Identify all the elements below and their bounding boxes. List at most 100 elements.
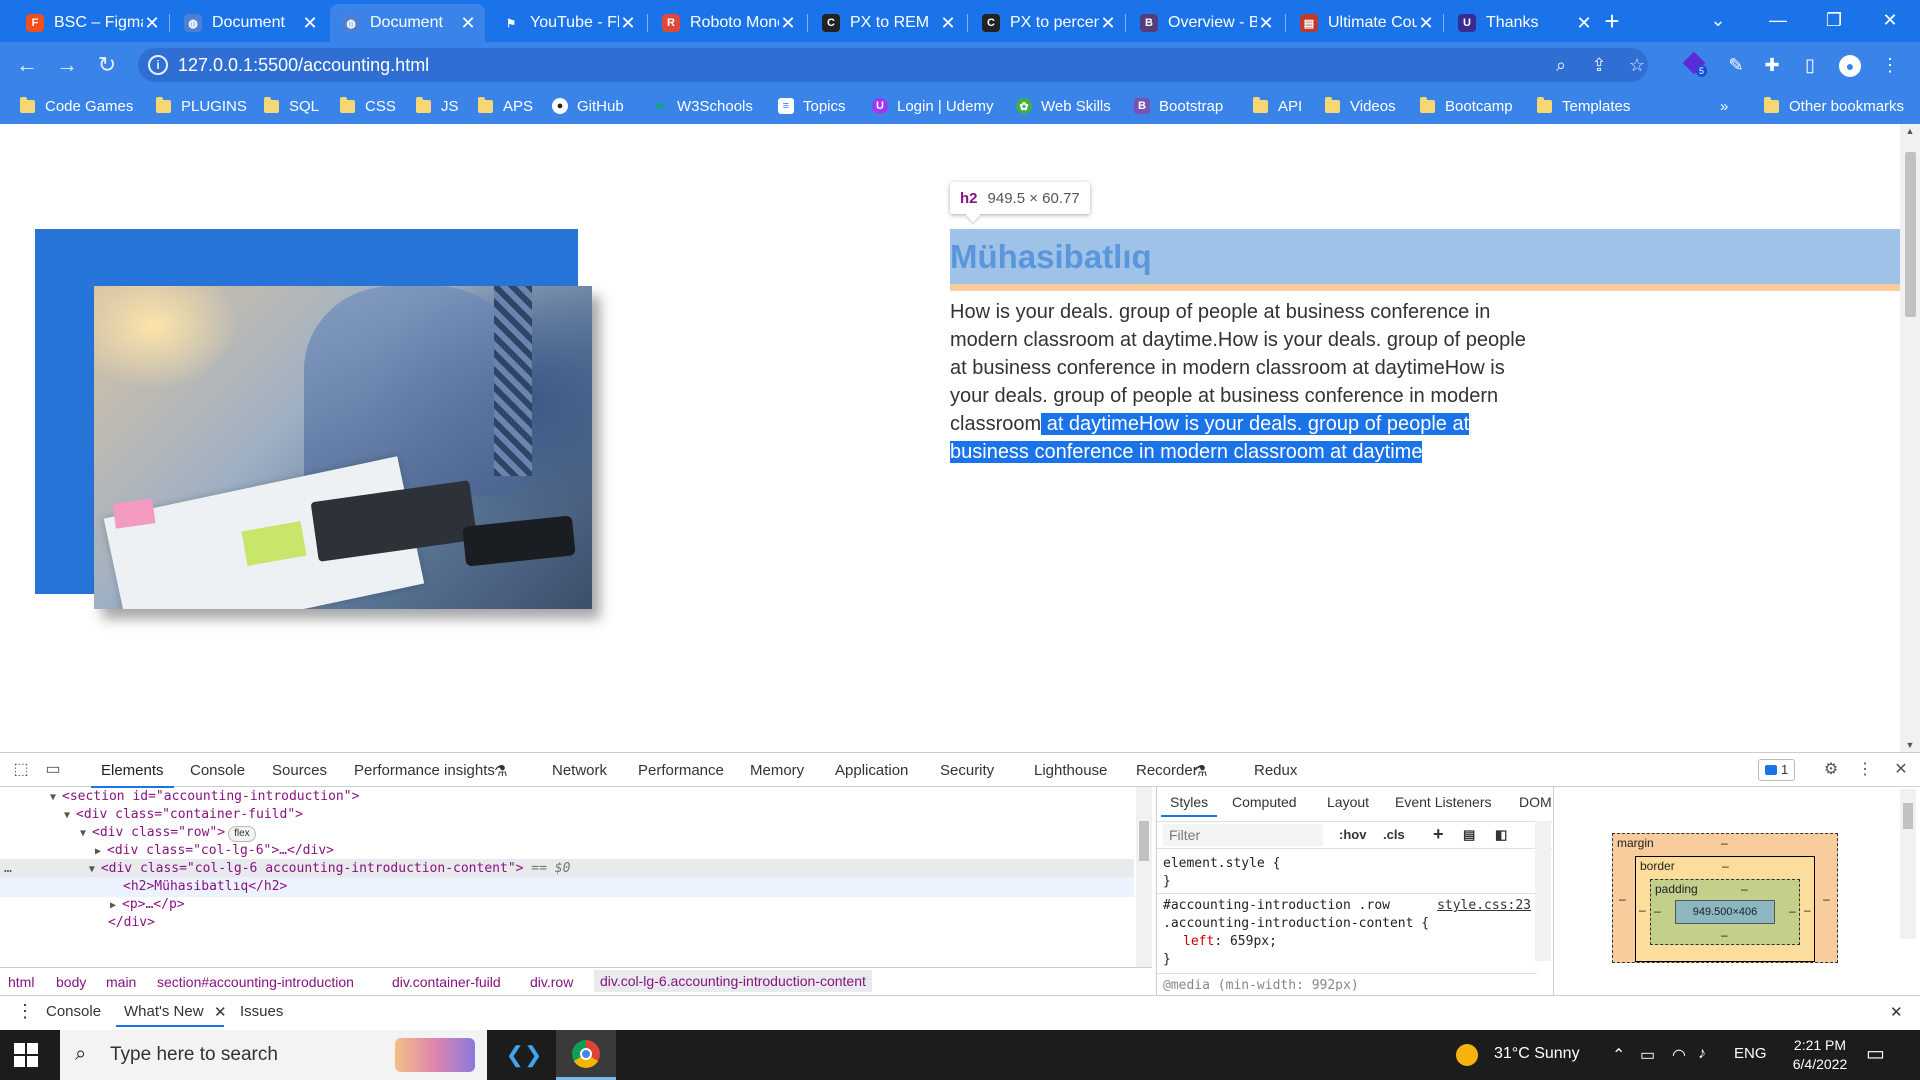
clock[interactable]: 2:21 PM 6/4/2022 bbox=[1775, 1036, 1865, 1074]
browser-tab-6[interactable]: C PX to REM ✕ bbox=[810, 4, 965, 42]
devtools-tab-sources[interactable]: Sources bbox=[272, 762, 327, 779]
close-tab-icon[interactable]: ✕ bbox=[1575, 13, 1593, 34]
dom-node-section[interactable]: ▼ <section id="accounting-introduction"> bbox=[0, 787, 1134, 807]
breadcrumb-item[interactable]: div.col-lg-6.accounting-introduction-con… bbox=[594, 970, 872, 992]
bookmark-web-skills[interactable]: ✿ Web Skills bbox=[1016, 94, 1111, 118]
dom-node-row[interactable]: ▼ <div class="row"> flex bbox=[0, 823, 1134, 843]
breadcrumb-item[interactable]: html bbox=[8, 974, 34, 990]
bookmark-api[interactable]: API bbox=[1253, 94, 1302, 118]
dom-node-col2-selected[interactable]: … ▼ <div class="col-lg-6 accounting-introd… bbox=[0, 859, 1134, 879]
box-model-margin[interactable]: margin – – – border – – – padding – – – … bbox=[1612, 833, 1838, 963]
close-tab-icon[interactable]: ✕ bbox=[143, 13, 161, 34]
devtools-tab-lighthouse[interactable]: Lighthouse bbox=[1034, 762, 1107, 779]
styles-tab-event-listeners[interactable]: Event Listeners bbox=[1395, 794, 1492, 810]
dom-tree-scrollbar[interactable] bbox=[1136, 787, 1152, 967]
styles-tab-computed[interactable]: Computed bbox=[1232, 794, 1297, 810]
extension-icon[interactable]: 5 bbox=[1680, 51, 1708, 79]
bookmark-bootcamp[interactable]: Bootcamp bbox=[1420, 94, 1513, 118]
bookmark-star-icon[interactable]: ☆ bbox=[1624, 53, 1650, 77]
bookmark-bootstrap[interactable]: B Bootstrap bbox=[1134, 94, 1223, 118]
breadcrumb-item[interactable]: div.row bbox=[530, 974, 573, 990]
bookmarks-overflow-button[interactable]: » bbox=[1720, 94, 1728, 118]
bookmark-login-udemy[interactable]: U Login | Udemy bbox=[872, 94, 993, 118]
rule-source-link[interactable]: style.css:23 bbox=[1437, 897, 1531, 915]
browser-tab-2[interactable]: ◍ Document ✕ bbox=[172, 4, 327, 42]
bookmark-videos[interactable]: Videos bbox=[1325, 94, 1396, 118]
box-model-border[interactable]: border – – – padding – – – 949.500×406 – bbox=[1635, 856, 1815, 962]
bookmark-w3schools[interactable]: w W3Schools bbox=[652, 94, 753, 118]
browser-tab-1[interactable]: F BSC – Figma ✕ bbox=[14, 4, 169, 42]
close-tab-icon[interactable]: ✕ bbox=[779, 13, 797, 34]
breadcrumb-item[interactable]: main bbox=[106, 974, 136, 990]
browser-tab-3[interactable]: ◍ Document ✕ bbox=[330, 4, 485, 42]
pen-extension-icon[interactable]: ✎ bbox=[1722, 51, 1750, 79]
vscode-app-icon[interactable]: ❮❯ bbox=[494, 1030, 554, 1080]
devtools-tab-network[interactable]: Network bbox=[552, 762, 607, 779]
close-tab-icon[interactable]: ✕ bbox=[1257, 13, 1275, 34]
devtools-tab-elements[interactable]: Elements bbox=[91, 762, 173, 788]
show-hidden-icons-chevron-icon[interactable]: ⌃ bbox=[1612, 1045, 1625, 1065]
close-tab-icon[interactable]: ✕ bbox=[1417, 13, 1435, 34]
browser-tab-8[interactable]: B Overview - Bootstrap✕ bbox=[1128, 4, 1283, 42]
browser-tab-7[interactable]: C PX to percent ✕ bbox=[970, 4, 1125, 42]
close-tab-icon[interactable]: ✕ bbox=[301, 13, 319, 34]
scroll-down-arrow-icon[interactable]: ▼ bbox=[1900, 740, 1920, 750]
settings-gear-icon[interactable]: ⚙ bbox=[1820, 759, 1842, 781]
bookmark-css[interactable]: CSS bbox=[340, 94, 396, 118]
inspect-element-icon[interactable]: ⬚ bbox=[10, 759, 32, 781]
close-window-button[interactable]: ✕ bbox=[1862, 0, 1918, 40]
bookmark-aps[interactable]: APS bbox=[478, 94, 533, 118]
issues-badge[interactable]: 1 bbox=[1758, 759, 1796, 781]
language-indicator[interactable]: ENG bbox=[1734, 1045, 1767, 1062]
dom-node-container[interactable]: ▼ <div class="container-fuild"> bbox=[0, 805, 1134, 825]
breadcrumb-item[interactable]: div.container-fuild bbox=[392, 974, 501, 990]
browser-tab-5[interactable]: R Roboto Mono ✕ bbox=[650, 4, 805, 42]
other-bookmarks[interactable]: Other bookmarks bbox=[1764, 94, 1904, 118]
styles-filter-input[interactable]: Filter bbox=[1163, 824, 1323, 846]
devtools-tab-console[interactable]: Console bbox=[190, 762, 245, 779]
breadcrumb-item[interactable]: section#accounting-introduction bbox=[157, 974, 354, 990]
reload-button[interactable]: ↻ bbox=[92, 50, 122, 80]
page-scrollbar[interactable]: ▲ ▼ bbox=[1900, 124, 1920, 752]
drawer-tab-what-s-new[interactable]: What's New bbox=[116, 1003, 224, 1027]
styles-tab-layout[interactable]: Layout bbox=[1327, 794, 1369, 810]
minimize-button[interactable]: — bbox=[1750, 0, 1806, 40]
bookmark-js[interactable]: JS bbox=[416, 94, 459, 118]
profile-avatar-icon[interactable]: ● bbox=[1836, 51, 1864, 79]
scrollbar-thumb[interactable] bbox=[1905, 152, 1916, 317]
paint-icon[interactable]: ▤ bbox=[1463, 827, 1475, 843]
devtools-tab-memory[interactable]: Memory bbox=[750, 762, 804, 779]
volume-icon[interactable]: ♪ bbox=[1698, 1045, 1706, 1063]
close-drawer-icon[interactable]: ✕ bbox=[1890, 1003, 1903, 1021]
close-drawer-tab-icon[interactable]: ✕ bbox=[214, 1003, 227, 1021]
element-style-rule[interactable]: element.style { } bbox=[1163, 855, 1543, 891]
restore-button[interactable]: ❐ bbox=[1806, 0, 1862, 40]
browser-tab-10[interactable]: U Thanks ✕ bbox=[1446, 4, 1601, 42]
weather-text[interactable]: 31°C Sunny bbox=[1494, 1045, 1580, 1063]
cls-toggle[interactable]: .cls bbox=[1383, 827, 1405, 842]
windows-start-icon[interactable] bbox=[14, 1043, 38, 1067]
close-tab-icon[interactable]: ✕ bbox=[459, 13, 477, 34]
wifi-icon[interactable]: ◠ bbox=[1672, 1045, 1686, 1065]
side-panel-icon[interactable]: ▯ bbox=[1796, 51, 1824, 79]
close-tab-icon[interactable]: ✕ bbox=[939, 13, 957, 34]
dom-node-p[interactable]: ▶ <p>…</p> bbox=[0, 895, 1134, 915]
share-icon[interactable]: ⇪ bbox=[1586, 53, 1612, 77]
dom-node-col1[interactable]: ▶ <div class="col-lg-6">…</div> bbox=[0, 841, 1134, 861]
drawer-menu-icon[interactable]: ⋮ bbox=[16, 1001, 34, 1022]
site-info-icon[interactable]: i bbox=[148, 55, 168, 75]
devtools-menu-icon[interactable]: ⋮ bbox=[1854, 759, 1876, 781]
devtools-tab-performance-insights[interactable]: Performance insights bbox=[354, 762, 495, 779]
bookmark-plugins[interactable]: PLUGINS bbox=[156, 94, 247, 118]
breadcrumb-item[interactable]: body bbox=[56, 974, 86, 990]
tab-search-chevron-icon[interactable]: ⌄ bbox=[1690, 0, 1746, 40]
scroll-up-arrow-icon[interactable]: ▲ bbox=[1900, 126, 1920, 136]
chrome-app-icon[interactable] bbox=[556, 1030, 616, 1080]
styles-tab-styles[interactable]: Styles bbox=[1160, 794, 1218, 817]
battery-icon[interactable]: ▭ bbox=[1640, 1045, 1655, 1065]
taskbar-search[interactable]: ⌕ Type here to search bbox=[60, 1030, 487, 1080]
devtools-tab-application[interactable]: Application bbox=[835, 762, 908, 779]
address-bar[interactable]: i 127.0.0.1:5500/accounting.html ⌕ ⇪ ☆ bbox=[138, 48, 1648, 82]
devtools-tab-security[interactable]: Security bbox=[940, 762, 994, 779]
bookmark-sql[interactable]: SQL bbox=[264, 94, 319, 118]
